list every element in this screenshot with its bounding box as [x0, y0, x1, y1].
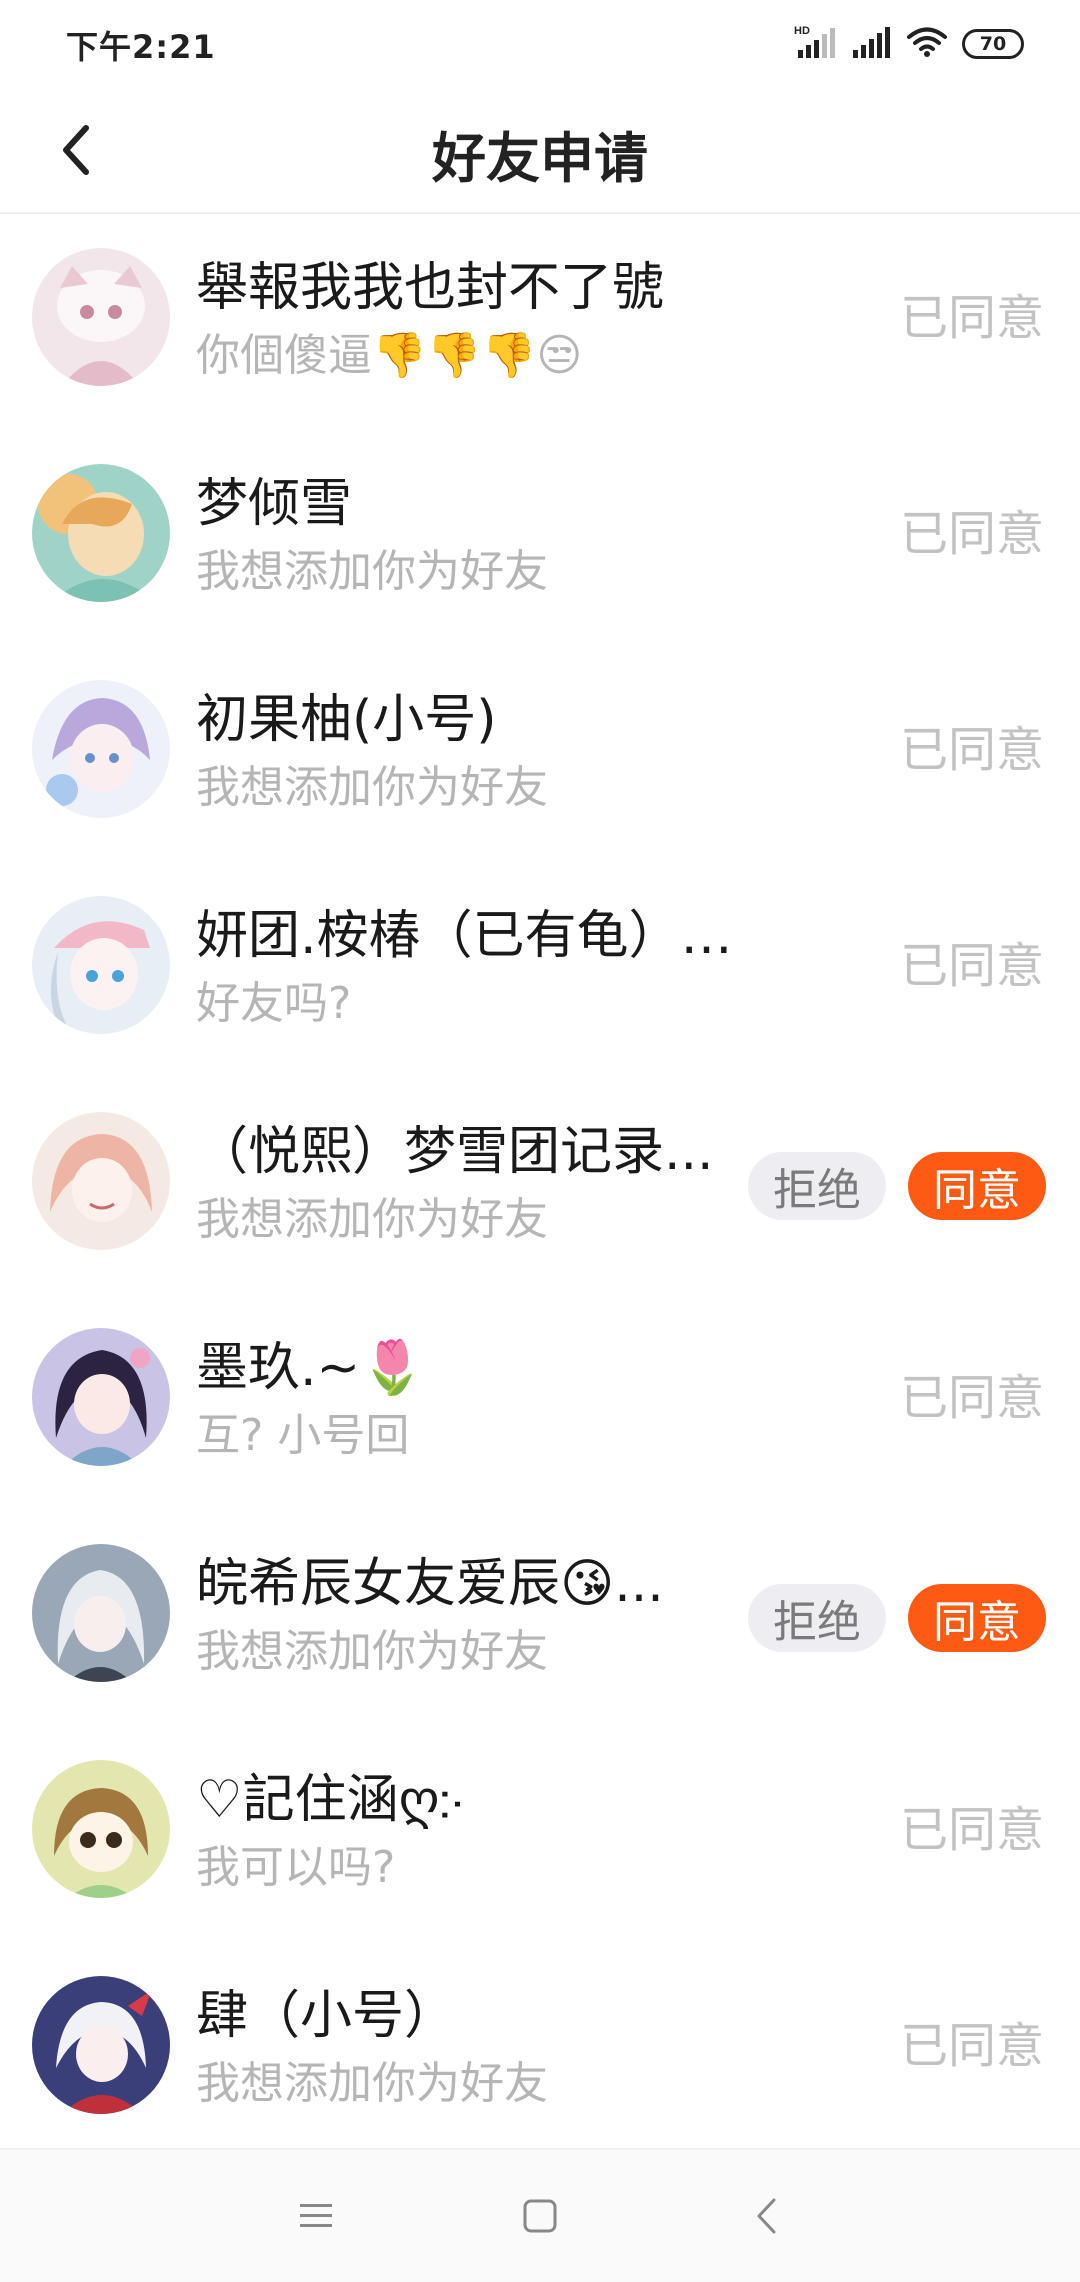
reject-button[interactable]: 拒绝: [748, 1584, 886, 1652]
menu-icon: [300, 2204, 332, 2227]
request-message: 我想添加你为好友: [196, 546, 548, 597]
avatar[interactable]: [32, 1976, 170, 2114]
request-message: 我可以吗?: [196, 1842, 396, 1893]
status-bar: 下午2:21 HD 70: [0, 0, 1080, 88]
friend-request-row[interactable]: 初果柚(小号) 我想添加你为好友 已同意: [0, 646, 1080, 862]
battery-icon: 70: [962, 29, 1024, 59]
status-accepted: 已同意: [899, 290, 1044, 346]
status-accepted: 已同意: [899, 938, 1044, 994]
menu-button[interactable]: [286, 2186, 346, 2246]
accept-button[interactable]: 同意: [908, 1584, 1046, 1652]
avatar[interactable]: [32, 248, 170, 386]
status-accepted: 已同意: [899, 1370, 1044, 1426]
requester-name: 皖希辰女友爱辰😘...: [196, 1554, 664, 1614]
requester-name: （悦熙）梦雪团记录...: [196, 1122, 714, 1182]
status-time: 下午2:21: [66, 28, 216, 66]
requester-name: 梦倾雪: [196, 474, 353, 534]
friend-request-row[interactable]: 妍团.桉椿（已有龟）冲7... 好友吗? 已同意: [0, 862, 1080, 1078]
wifi-icon: [906, 26, 948, 62]
reject-button[interactable]: 拒绝: [748, 1152, 886, 1220]
requester-name: 舉報我我也封不了號: [196, 258, 665, 318]
status-icons: HD 70: [794, 24, 1024, 64]
request-message: 好友吗?: [196, 978, 352, 1029]
request-message: 你個傻逼👎👎👎😒: [196, 330, 583, 381]
accept-button[interactable]: 同意: [908, 1152, 1046, 1220]
system-nav-bar: [0, 2148, 1080, 2282]
avatar[interactable]: [32, 464, 170, 602]
requester-name: 初果柚(小号): [196, 690, 497, 750]
home-button[interactable]: [510, 2186, 570, 2246]
friend-request-row[interactable]: 舉報我我也封不了號 你個傻逼👎👎👎😒 已同意: [0, 214, 1080, 430]
status-accepted: 已同意: [899, 1802, 1044, 1858]
avatar[interactable]: [32, 1328, 170, 1466]
page-title: 好友申请: [432, 127, 648, 190]
friend-request-row[interactable]: 肆（小号） 我想添加你为好友 已同意: [0, 1942, 1080, 2158]
request-message: 我想添加你为好友: [196, 1194, 548, 1245]
avatar[interactable]: [32, 896, 170, 1034]
request-message: 我想添加你为好友: [196, 762, 548, 813]
requester-name: ♡記住涵ღ჻: [196, 1770, 463, 1830]
avatar[interactable]: [32, 1544, 170, 1682]
avatar[interactable]: [32, 1112, 170, 1250]
avatar[interactable]: [32, 680, 170, 818]
friend-request-row[interactable]: （悦熙）梦雪团记录... 我想添加你为好友 拒绝 同意: [0, 1078, 1080, 1294]
back-icon: [757, 2198, 776, 2234]
avatar[interactable]: [32, 1760, 170, 1898]
request-message: 我想添加你为好友: [196, 1626, 548, 1677]
signal-icon: [852, 26, 892, 62]
signal-hd-icon: HD: [794, 24, 838, 64]
status-accepted: 已同意: [899, 506, 1044, 562]
friend-request-list: 舉報我我也封不了號 你個傻逼👎👎👎😒 已同意 梦倾雪 我想添加你为好友 已同意: [0, 214, 1080, 2158]
request-message: 互? 小号回: [196, 1410, 410, 1461]
friend-request-row[interactable]: ♡記住涵ღ჻ 我可以吗? 已同意: [0, 1726, 1080, 1942]
home-square-icon: [523, 2199, 557, 2233]
friend-request-row[interactable]: 梦倾雪 我想添加你为好友 已同意: [0, 430, 1080, 646]
friend-request-row[interactable]: 皖希辰女友爱辰😘... 我想添加你为好友 拒绝 同意: [0, 1510, 1080, 1726]
status-accepted: 已同意: [899, 722, 1044, 778]
system-back-button[interactable]: [736, 2186, 796, 2246]
friend-request-row[interactable]: 墨玖.~🌷 互? 小号回 已同意: [0, 1294, 1080, 1510]
request-message: 我想添加你为好友: [196, 2058, 548, 2109]
hd-label: HD: [794, 25, 810, 37]
requester-name: 妍团.桉椿（已有龟）冲7...: [196, 906, 756, 966]
status-accepted: 已同意: [899, 2018, 1044, 2074]
header: 好友申请: [0, 88, 1080, 214]
requester-name: 墨玖.~🌷: [196, 1338, 425, 1398]
requester-name: 肆（小号）: [196, 1986, 457, 2046]
